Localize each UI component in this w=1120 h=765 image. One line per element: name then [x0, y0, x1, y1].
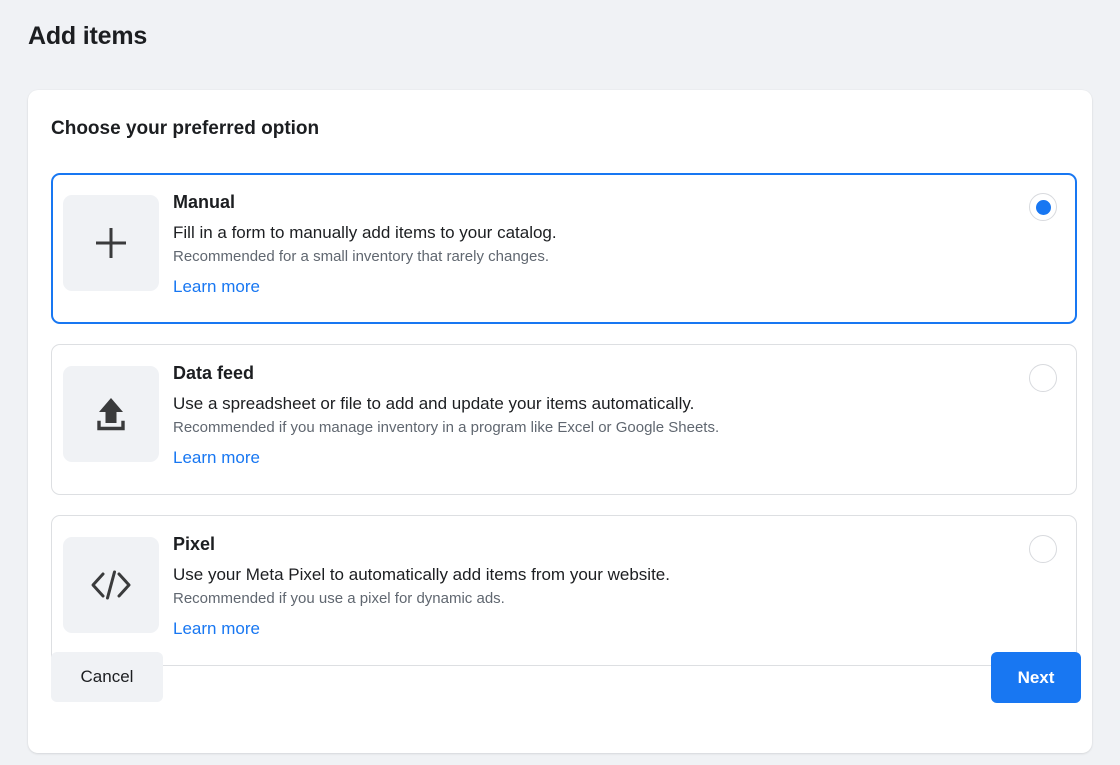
option-text-pixel: Pixel Use your Meta Pixel to automatical…	[173, 532, 1006, 640]
option-note: Recommended if you manage inventory in a…	[173, 417, 1006, 439]
learn-more-link[interactable]: Learn more	[173, 447, 260, 469]
radio-data-feed[interactable]	[1029, 364, 1057, 392]
code-icon	[63, 537, 159, 633]
option-description: Use a spreadsheet or file to add and upd…	[173, 392, 1006, 415]
add-items-card: Choose your preferred option Manual Fill…	[28, 90, 1092, 753]
option-note: Recommended for a small inventory that r…	[173, 246, 1005, 268]
learn-more-link[interactable]: Learn more	[173, 618, 260, 640]
learn-more-link[interactable]: Learn more	[173, 276, 260, 298]
radio-manual[interactable]	[1029, 193, 1057, 221]
option-text-data-feed: Data feed Use a spreadsheet or file to a…	[173, 361, 1006, 469]
page-title: Add items	[28, 22, 147, 51]
card-title: Choose your preferred option	[51, 118, 319, 140]
add-items-page: Add items Choose your preferred option M…	[0, 0, 1120, 765]
card-footer: Cancel Next	[28, 641, 1092, 753]
option-title: Data feed	[173, 361, 1006, 385]
upload-icon	[63, 366, 159, 462]
plus-icon	[63, 195, 159, 291]
cancel-button[interactable]: Cancel	[51, 652, 163, 702]
option-text-manual: Manual Fill in a form to manually add it…	[173, 190, 1005, 298]
option-list: Manual Fill in a form to manually add it…	[51, 173, 1077, 686]
next-button[interactable]: Next	[991, 652, 1081, 703]
option-title: Pixel	[173, 532, 1006, 556]
option-note: Recommended if you use a pixel for dynam…	[173, 588, 1006, 610]
option-data-feed[interactable]: Data feed Use a spreadsheet or file to a…	[51, 344, 1077, 495]
radio-dot	[1036, 200, 1051, 215]
radio-pixel[interactable]	[1029, 535, 1057, 563]
option-manual[interactable]: Manual Fill in a form to manually add it…	[51, 173, 1077, 324]
option-title: Manual	[173, 190, 1005, 214]
option-description: Use your Meta Pixel to automatically add…	[173, 563, 1006, 586]
option-description: Fill in a form to manually add items to …	[173, 221, 1005, 244]
